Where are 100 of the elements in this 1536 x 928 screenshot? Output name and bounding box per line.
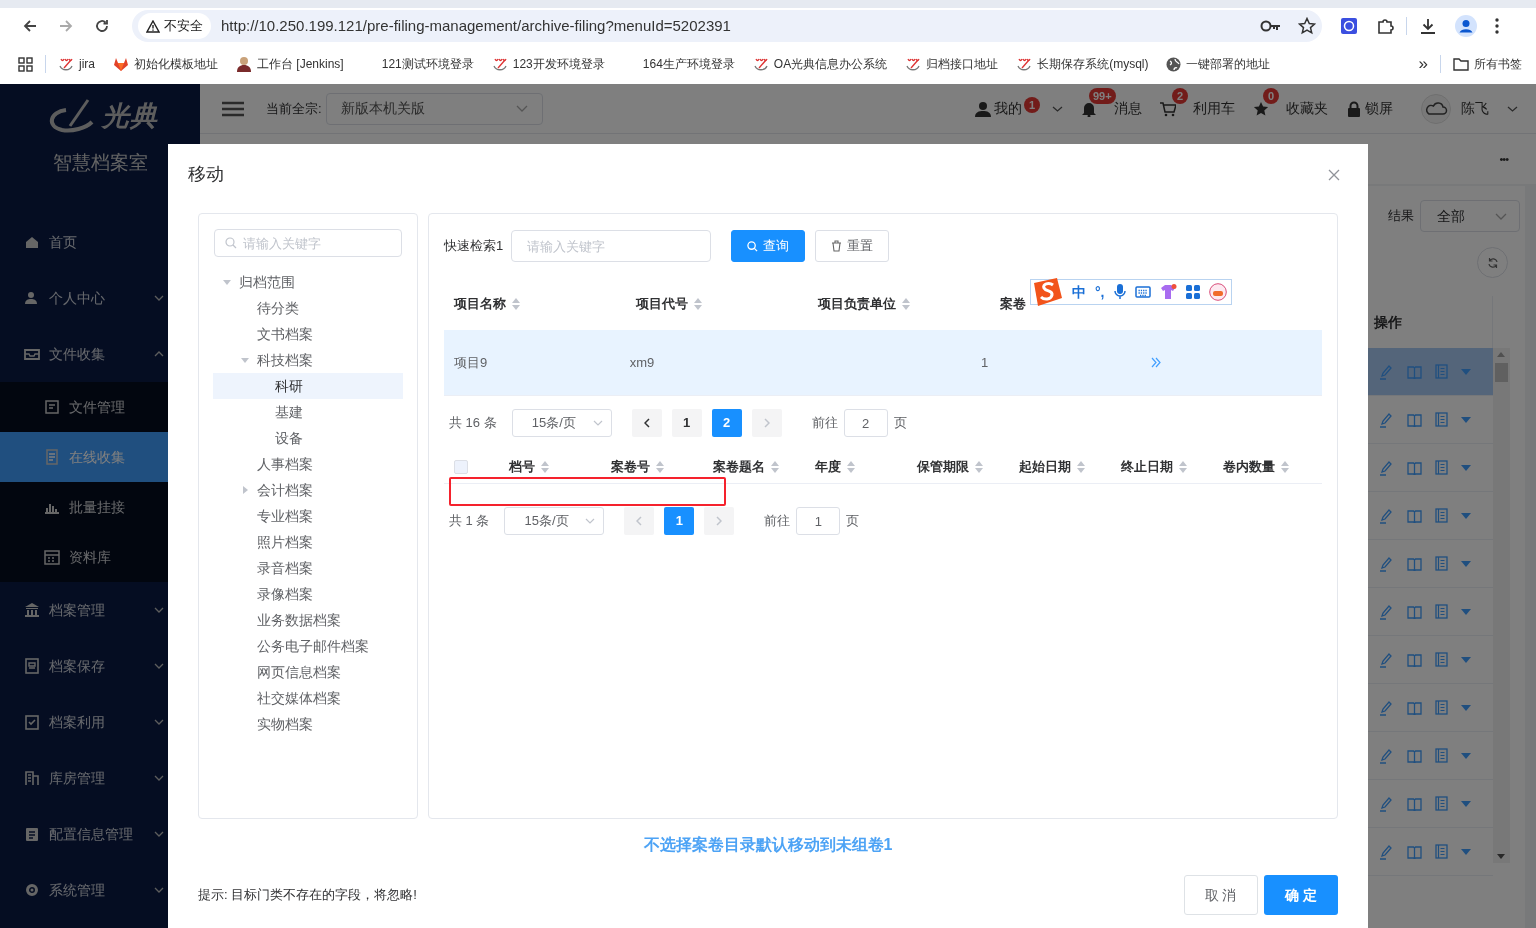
edit-icon[interactable]: [1379, 603, 1394, 620]
book-icon[interactable]: [1407, 796, 1422, 811]
filter-select[interactable]: 全部: [1420, 200, 1520, 232]
all-bookmarks-button[interactable]: 所有书签: [1453, 55, 1522, 73]
caret-down-icon[interactable]: [1461, 848, 1471, 855]
header-nav-item[interactable]: 我的: [975, 98, 1022, 119]
puzzle-icon[interactable]: [1376, 17, 1394, 35]
document-list-icon[interactable]: [1435, 700, 1448, 715]
microphone-icon[interactable]: [1113, 284, 1126, 300]
book-icon[interactable]: [1407, 652, 1422, 667]
document-list-icon[interactable]: [1435, 748, 1448, 763]
bookmark-link[interactable]: 121测试环境登录: [381, 55, 474, 73]
sidebar-item[interactable]: 首页: [0, 214, 200, 270]
sidebar-subitem[interactable]: 文件管理: [0, 382, 200, 432]
shirt-icon[interactable]: [1159, 284, 1177, 300]
scrollbar[interactable]: [1493, 348, 1510, 863]
edit-icon[interactable]: [1379, 411, 1394, 428]
tree-search-field[interactable]: 请输入关键字: [214, 229, 402, 257]
profile-avatar-icon[interactable]: [1455, 15, 1477, 37]
menu-icon[interactable]: [222, 100, 244, 117]
header-nav-item[interactable]: 锁屏: [1346, 98, 1393, 119]
caret-down-icon[interactable]: [1461, 704, 1471, 711]
edit-icon[interactable]: [1379, 459, 1394, 476]
book-icon[interactable]: [1407, 508, 1422, 523]
chevron-down-icon[interactable]: [1052, 105, 1063, 112]
prev-page-button[interactable]: [631, 409, 662, 437]
tree-node[interactable]: 社交媒体档案: [213, 685, 403, 711]
tree-node[interactable]: 人事档案: [213, 451, 403, 477]
apps-grid-icon[interactable]: [18, 56, 33, 72]
document-list-icon[interactable]: [1435, 556, 1448, 571]
edit-icon[interactable]: [1379, 363, 1394, 380]
document-list-icon[interactable]: [1435, 508, 1448, 523]
more-menu-icon[interactable]: [1495, 18, 1499, 34]
tree-node[interactable]: 会计档案: [213, 477, 403, 503]
bookmark-link[interactable]: 164生产环境登录: [642, 55, 735, 73]
fonds-select[interactable]: 新版本机关版: [325, 92, 543, 125]
tree-node[interactable]: 录像档案: [213, 581, 403, 607]
caret-down-icon[interactable]: [1461, 368, 1471, 375]
security-chip[interactable]: 不安全: [138, 13, 211, 39]
apps-icon[interactable]: [1185, 285, 1200, 299]
caret-down-icon[interactable]: [1461, 512, 1471, 519]
edit-icon[interactable]: [1379, 795, 1394, 812]
book-icon[interactable]: [1407, 364, 1422, 379]
book-icon[interactable]: [1407, 844, 1422, 859]
more-button[interactable]: •••: [1499, 150, 1508, 168]
page-button[interactable]: 1: [671, 409, 702, 437]
caret-down-icon[interactable]: [1461, 416, 1471, 423]
bookmark-link[interactable]: 长期保存系统(mysql): [1016, 55, 1149, 73]
bookmark-link[interactable]: OA光典信息办公系统: [752, 55, 888, 73]
document-list-icon[interactable]: [1435, 652, 1448, 667]
tree-node[interactable]: 待分类: [213, 295, 403, 321]
bookmark-link[interactable]: jira: [58, 55, 95, 73]
book-icon[interactable]: [1407, 604, 1422, 619]
ime-mode-toggle[interactable]: 中: [1072, 281, 1086, 303]
user-menu[interactable]: 陈飞: [1461, 98, 1518, 119]
document-list-icon[interactable]: [1435, 460, 1448, 475]
book-icon[interactable]: [1407, 748, 1422, 763]
table-row[interactable]: [1368, 348, 1493, 396]
page-size-select[interactable]: 15条/页: [511, 409, 612, 437]
table-row[interactable]: 项目9 xm9 1: [444, 330, 1322, 396]
address-bar[interactable]: 不安全 http://10.250.199.121/pre-filing-management/archive-filing?menuId=5202391: [132, 10, 1322, 42]
edit-icon[interactable]: [1379, 555, 1394, 572]
tree-node[interactable]: 基建: [213, 399, 403, 425]
tree-node[interactable]: 录音档案: [213, 555, 403, 581]
tree-node[interactable]: 设备: [213, 425, 403, 451]
bookmark-link[interactable]: 归档接口地址: [905, 55, 999, 73]
key-icon[interactable]: [1260, 19, 1282, 33]
keyword-field[interactable]: 请输入关键字: [511, 230, 712, 262]
reset-button[interactable]: 重置: [815, 230, 890, 262]
document-list-icon[interactable]: [1435, 796, 1448, 811]
book-icon[interactable]: [1407, 700, 1422, 715]
tree-node[interactable]: 归档范围: [213, 269, 403, 295]
book-icon[interactable]: [1407, 460, 1422, 475]
sidebar-item[interactable]: 档案利用: [0, 694, 200, 750]
edit-icon[interactable]: [1379, 651, 1394, 668]
double-chevron-icon[interactable]: [1150, 357, 1161, 368]
caret-down-icon[interactable]: [1461, 608, 1471, 615]
extension-icon[interactable]: [1340, 17, 1358, 35]
tree-node[interactable]: 业务数据档案: [213, 607, 403, 633]
tree-node[interactable]: 科研: [213, 373, 403, 399]
scrollbar-thumb[interactable]: [1495, 363, 1508, 382]
caret-down-icon[interactable]: [1461, 800, 1471, 807]
caret-down-icon[interactable]: [1461, 464, 1471, 471]
edit-icon[interactable]: [1379, 843, 1394, 860]
bookmark-link[interactable]: 123开发环境登录: [491, 55, 605, 73]
tree-node[interactable]: 公务电子邮件档案: [213, 633, 403, 659]
edit-icon[interactable]: [1379, 699, 1394, 716]
keyboard-icon[interactable]: [1134, 286, 1151, 298]
star-icon[interactable]: [1298, 17, 1316, 35]
document-list-icon[interactable]: [1435, 364, 1448, 379]
cloud-avatar-icon[interactable]: [1421, 93, 1451, 124]
sidebar-item[interactable]: 库房管理: [0, 750, 200, 806]
edit-icon[interactable]: [1379, 747, 1394, 764]
document-list-icon[interactable]: [1435, 844, 1448, 859]
punctuation-toggle[interactable]: °,: [1095, 281, 1105, 303]
select-all-checkbox[interactable]: [454, 459, 468, 474]
sidebar-item[interactable]: 档案保存: [0, 638, 200, 694]
sidebar-subitem[interactable]: 资料库: [0, 532, 200, 582]
page-size-select[interactable]: 15条/页: [504, 507, 605, 535]
tree-node[interactable]: 专业档案: [213, 503, 403, 529]
